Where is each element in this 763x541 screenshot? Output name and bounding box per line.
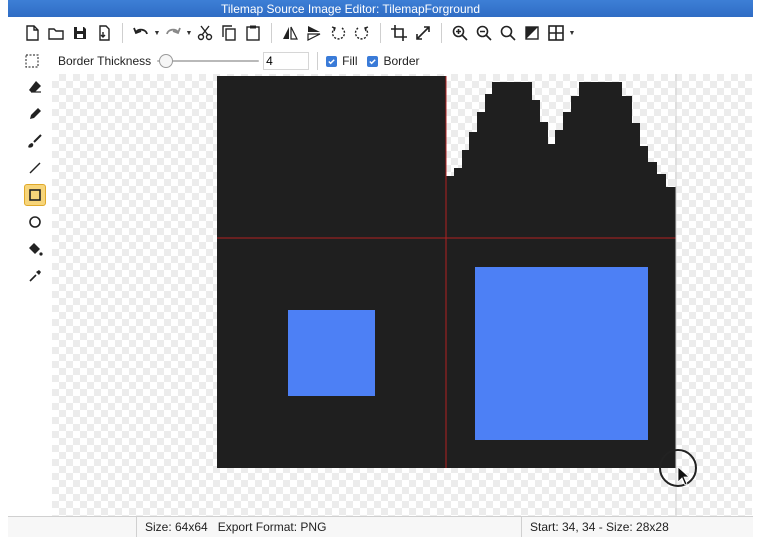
main-toolbar: ▼ ▼ ▼ xyxy=(20,20,740,46)
crop-icon[interactable] xyxy=(387,21,411,45)
image-canvas[interactable] xyxy=(52,74,752,516)
undo-icon[interactable] xyxy=(129,21,153,45)
zoom-out-icon[interactable] xyxy=(472,21,496,45)
cut-icon[interactable] xyxy=(193,21,217,45)
redo-dropdown-icon[interactable]: ▼ xyxy=(185,21,193,45)
border-thickness-slider[interactable] xyxy=(157,54,260,68)
eyedropper-icon[interactable] xyxy=(24,265,46,287)
border-thickness-input[interactable] xyxy=(263,52,310,70)
fill-label: Fill xyxy=(342,54,358,68)
brush-icon[interactable] xyxy=(24,130,46,152)
tilemap-drawing xyxy=(217,74,697,516)
tool-palette xyxy=(20,74,50,514)
undo-dropdown-icon[interactable]: ▼ xyxy=(153,21,161,45)
save-icon[interactable] xyxy=(68,21,92,45)
fill-check-icon[interactable] xyxy=(326,55,338,67)
slider-thumb[interactable] xyxy=(159,54,174,68)
toolbar-separator xyxy=(441,23,442,43)
rotate-right-icon[interactable] xyxy=(350,21,374,45)
flip-vertical-icon[interactable] xyxy=(302,21,326,45)
redo-icon[interactable] xyxy=(161,21,185,45)
status-spacer xyxy=(8,517,136,537)
window-title: Tilemap Source Image Editor: TilemapForg… xyxy=(220,1,480,16)
small-blue-rectangle xyxy=(288,310,375,396)
border-thickness-label: Border Thickness xyxy=(58,54,152,68)
new-file-icon[interactable] xyxy=(20,21,44,45)
zoom-fit-icon[interactable] xyxy=(496,21,520,45)
fill-checkbox[interactable]: Fill xyxy=(326,54,357,68)
selection-status-text: Start: 34, 34 - Size: 28x28 xyxy=(530,520,669,534)
ellipse-icon[interactable] xyxy=(24,211,46,233)
zoom-in-icon[interactable] xyxy=(448,21,472,45)
status-info: Size: 64x64 Export Format: PNG xyxy=(137,517,521,537)
open-folder-icon[interactable] xyxy=(44,21,68,45)
copy-icon[interactable] xyxy=(217,21,241,45)
options-separator xyxy=(317,52,319,70)
border-checkbox[interactable]: Border xyxy=(367,54,420,68)
border-label: Border xyxy=(383,54,420,68)
selection-marquee-icon[interactable] xyxy=(20,49,44,73)
toolbar-separator xyxy=(380,23,381,43)
flip-horizontal-icon[interactable] xyxy=(278,21,302,45)
image-size-status: Size: 64x64 xyxy=(145,520,208,534)
eraser-icon[interactable] xyxy=(24,76,46,98)
title-bar: Tilemap Source Image Editor: TilemapForg… xyxy=(8,0,753,17)
grid-dropdown-icon[interactable]: ▼ xyxy=(568,21,576,45)
line-icon[interactable] xyxy=(24,157,46,179)
resize-icon[interactable] xyxy=(411,21,435,45)
fill-bucket-icon[interactable] xyxy=(24,238,46,260)
paste-icon[interactable] xyxy=(241,21,265,45)
toolbar-separator xyxy=(122,23,123,43)
options-bar: Border Thickness Fill Border xyxy=(20,50,740,72)
toolbar-separator xyxy=(271,23,272,43)
rectangle-icon[interactable] xyxy=(24,184,46,206)
selection-status: Start: 34, 34 - Size: 28x28 xyxy=(522,517,722,537)
pencil-icon[interactable] xyxy=(24,103,46,125)
invert-icon[interactable] xyxy=(520,21,544,45)
export-format-status: Export Format: PNG xyxy=(217,520,327,534)
rotate-left-icon[interactable] xyxy=(326,21,350,45)
export-icon[interactable] xyxy=(92,21,116,45)
border-check-icon[interactable] xyxy=(367,55,379,67)
left-tile-block xyxy=(217,76,446,468)
grid-icon[interactable] xyxy=(544,21,568,45)
large-blue-rectangle xyxy=(475,267,648,440)
status-bar: Size: 64x64 Export Format: PNG Start: 34… xyxy=(8,516,753,537)
